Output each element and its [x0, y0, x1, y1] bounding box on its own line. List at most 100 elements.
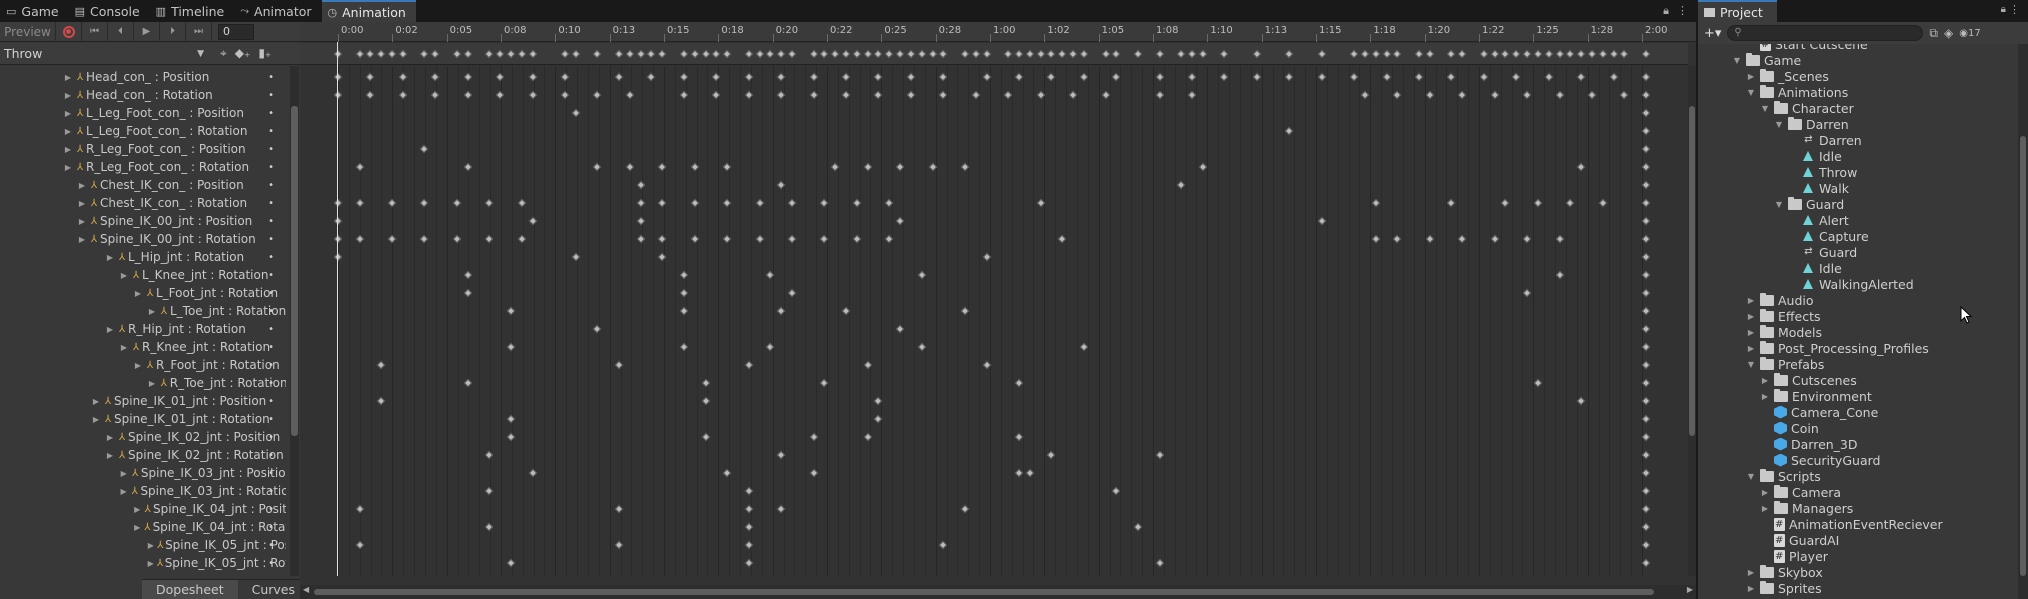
keyframe[interactable] [820, 234, 829, 244]
keyframe[interactable] [874, 72, 883, 82]
keyframe[interactable] [625, 162, 635, 172]
property-row[interactable]: ▶ ⅄ Chest_IK_con_ : Position • [0, 176, 286, 194]
options-icon[interactable]: • [268, 108, 274, 119]
property-row[interactable]: ▶⅄Spine_IK_04_jnt : Position• [0, 500, 286, 518]
keyframe[interactable] [1393, 234, 1402, 244]
keyframe-row[interactable] [300, 536, 1688, 554]
options-icon[interactable]: • [268, 90, 274, 101]
playhead[interactable] [337, 42, 338, 576]
keyframe[interactable] [1566, 198, 1575, 208]
keyframe[interactable] [744, 504, 754, 514]
summary-keyframe[interactable] [906, 49, 916, 59]
summary-keyframe[interactable] [690, 49, 699, 59]
property-row[interactable]: ▶⅄Spine_IK_05_jnt : Position• [0, 536, 286, 554]
summary-keyframe[interactable] [1555, 49, 1564, 59]
expand-arrow-icon[interactable]: ▶ [146, 559, 155, 568]
tree-item[interactable]: GuardAI [1760, 532, 1839, 548]
keyframe[interactable] [939, 72, 948, 82]
keyframe[interactable] [776, 450, 786, 460]
keyframe[interactable] [1641, 162, 1651, 172]
keyframe[interactable] [863, 360, 872, 370]
scroll-right-icon[interactable]: ▶ [1687, 585, 1693, 594]
keyframe[interactable] [636, 198, 645, 208]
tree-item[interactable]: Idle [1788, 260, 1842, 276]
keyframe[interactable] [1447, 198, 1456, 208]
scroll-thumb[interactable] [1689, 106, 1695, 436]
keyframe[interactable] [506, 432, 516, 442]
summary-keyframe[interactable] [939, 49, 948, 59]
keyframe[interactable] [485, 486, 494, 496]
summary-keyframe[interactable] [625, 49, 635, 59]
summary-keyframe[interactable] [852, 49, 862, 59]
keyframe[interactable] [398, 72, 408, 82]
tree-item[interactable]: Coin [1760, 420, 1819, 436]
keyframe[interactable] [636, 216, 645, 226]
keyframe[interactable] [1382, 72, 1391, 82]
keyframe[interactable] [571, 108, 581, 118]
keyframe[interactable] [452, 198, 462, 208]
property-row[interactable]: ▶⅄Spine_IK_04_jnt : Rotation• [0, 518, 286, 536]
keyframe[interactable] [333, 216, 343, 226]
keyframe-row[interactable] [300, 356, 1688, 374]
summary-keyframe[interactable] [820, 49, 829, 59]
expand-arrow-icon[interactable]: ▶ [118, 469, 129, 478]
next-key-button[interactable]: ⏵ [160, 21, 186, 42]
summary-keyframe[interactable] [560, 49, 570, 59]
keyframe[interactable] [744, 72, 754, 82]
keyframe[interactable] [420, 234, 429, 244]
summary-keyframe[interactable] [1252, 49, 1262, 59]
summary-keyframe[interactable] [1457, 49, 1467, 59]
keyframe[interactable] [982, 252, 991, 262]
keyframe[interactable] [431, 90, 440, 100]
summary-keyframe[interactable] [1317, 49, 1326, 59]
summary-keyframe[interactable] [1566, 49, 1575, 59]
keyframe[interactable] [776, 306, 786, 316]
keyframe[interactable] [420, 144, 429, 154]
keyframe[interactable] [755, 234, 764, 244]
options-icon[interactable]: • [268, 522, 274, 533]
keyframe[interactable] [820, 378, 829, 388]
summary-keyframe[interactable] [528, 49, 537, 59]
collapse-arrow-icon[interactable]: ▼ [1746, 360, 1756, 369]
summary-keyframe[interactable] [787, 49, 797, 59]
options-icon[interactable]: • [268, 360, 274, 371]
keyframe[interactable] [452, 234, 462, 244]
keyframe[interactable] [1620, 90, 1629, 100]
expand-arrow-icon[interactable]: ▶ [146, 541, 156, 550]
summary-keyframe[interactable] [776, 49, 786, 59]
expand-arrow-icon[interactable]: ▶ [62, 127, 74, 136]
keyframe[interactable] [744, 522, 754, 532]
keyframe[interactable] [895, 324, 905, 334]
project-scrollbar[interactable] [2018, 44, 2028, 599]
property-row[interactable]: ▶ ⅄ Spine_IK_02_jnt : Rotation • [0, 446, 286, 464]
tree-item[interactable]: SecurityGuard [1760, 452, 1880, 468]
keyframe[interactable] [722, 162, 732, 172]
keyframe[interactable] [690, 234, 699, 244]
search-by-type-icon[interactable]: ⧉ [1929, 26, 1938, 41]
expand-arrow-icon[interactable]: ▶ [62, 73, 74, 82]
keyframe[interactable] [960, 162, 970, 172]
summary-keyframe[interactable] [1101, 49, 1110, 59]
options-icon[interactable]: • [268, 396, 274, 407]
keyframe[interactable] [485, 234, 494, 244]
keyframe[interactable] [1641, 144, 1651, 154]
keyframe[interactable] [636, 180, 645, 190]
options-icon[interactable]: • [268, 414, 274, 425]
keyframe[interactable] [776, 504, 786, 514]
keyframe[interactable] [701, 378, 710, 388]
tree-item[interactable]: ▶ Audio [1746, 292, 1814, 308]
keyframe[interactable] [766, 342, 775, 352]
summary-keyframe[interactable] [1003, 49, 1013, 59]
keyframe[interactable] [1533, 378, 1543, 388]
keyframe[interactable] [506, 342, 516, 352]
keyframe[interactable] [1576, 72, 1586, 82]
scroll-thumb[interactable] [314, 589, 1654, 595]
property-row[interactable]: ▶ ⅄ Head_con_ : Position • [0, 68, 286, 86]
keyframe-row[interactable] [300, 284, 1688, 302]
tree-item[interactable]: ▼ Darren [1774, 116, 1849, 132]
expand-arrow-icon[interactable]: ▶ [132, 505, 142, 514]
summary-keyframe[interactable] [1544, 49, 1553, 59]
summary-keyframe[interactable] [1036, 49, 1045, 59]
keyframe-row[interactable] [300, 68, 1688, 86]
keyframe[interactable] [1014, 72, 1024, 82]
